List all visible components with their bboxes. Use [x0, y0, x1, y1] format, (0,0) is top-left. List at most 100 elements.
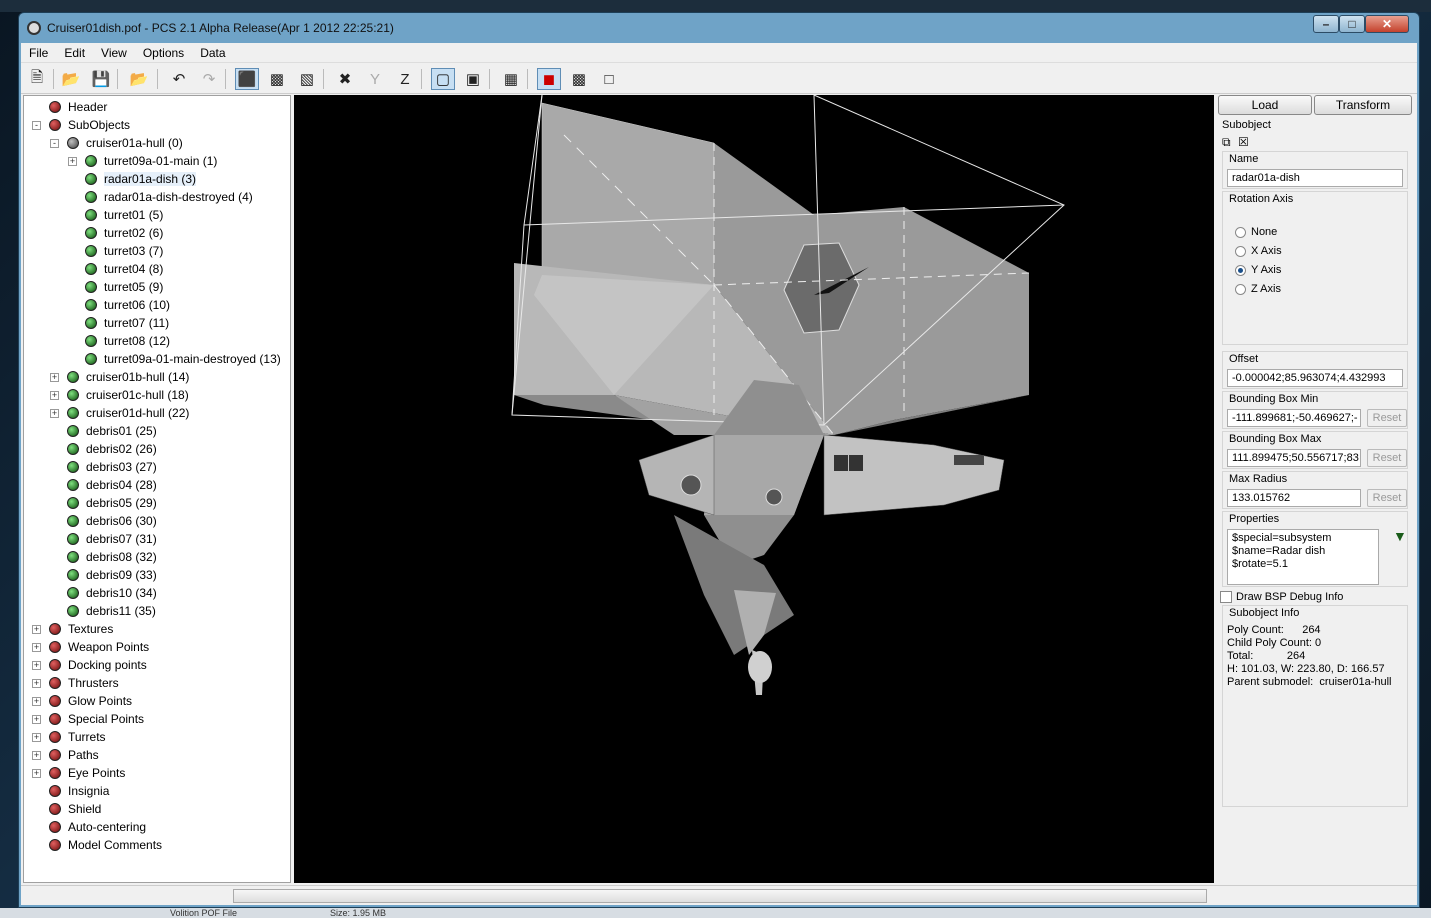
tree-item[interactable]: turret01 (5)	[68, 206, 163, 224]
tree-item-label[interactable]: cruiser01a-hull (0)	[86, 136, 183, 150]
maximize-button[interactable]: □	[1339, 15, 1365, 33]
radio-button-selected[interactable]	[1235, 264, 1246, 276]
textured-view-icon[interactable]: ▧	[295, 68, 319, 90]
tree-item-label[interactable]: Auto-centering	[68, 820, 146, 834]
grid-icon[interactable]: ▦	[499, 68, 523, 90]
tree-item-label[interactable]: debris03 (27)	[86, 460, 157, 474]
open-folder-icon[interactable]: 📂	[59, 68, 83, 90]
bbmin-reset-button[interactable]: Reset	[1367, 409, 1407, 427]
transform-button[interactable]: Transform	[1314, 95, 1412, 115]
tree-item[interactable]: + Docking points	[32, 656, 147, 674]
open-alt-icon[interactable]: 📂	[127, 68, 151, 90]
solid-view-icon[interactable]: ⬛	[235, 68, 259, 90]
tree-item[interactable]: turret04 (8)	[68, 260, 163, 278]
menu-edit[interactable]: Edit	[56, 46, 93, 60]
model-tree[interactable]: Header - SubObjects - cruiser01a-hull (0) + tu…	[23, 95, 291, 883]
menu-file[interactable]: File	[21, 46, 56, 60]
new-file-icon[interactable]: 🗎	[25, 68, 49, 90]
menu-options[interactable]: Options	[135, 46, 192, 60]
expand-icon[interactable]: +	[32, 750, 41, 760]
tree-item[interactable]: + Weapon Points	[32, 638, 149, 656]
properties-dropdown-icon[interactable]: ▼	[1393, 528, 1407, 544]
tree-item[interactable]: turret02 (6)	[68, 224, 163, 242]
radio-none[interactable]: None	[1235, 226, 1277, 238]
tree-item[interactable]: Shield	[32, 800, 101, 818]
tree-item[interactable]: + Paths	[32, 746, 99, 764]
tree-item-label[interactable]: cruiser01c-hull (18)	[86, 388, 189, 402]
tree-item[interactable]: - SubObjects	[32, 116, 130, 134]
tree-item[interactable]: radar01a-dish (3)	[68, 170, 197, 188]
redo-icon[interactable]: ↷	[197, 68, 221, 90]
tree-item-label[interactable]: Shield	[68, 802, 101, 816]
tree-item-label[interactable]: debris10 (34)	[86, 586, 157, 600]
tree-item-label[interactable]: Eye Points	[68, 766, 125, 780]
tree-item-label[interactable]: turret08 (12)	[104, 334, 170, 348]
tree-item-label[interactable]: debris07 (31)	[86, 532, 157, 546]
expand-icon[interactable]: +	[50, 408, 59, 418]
tree-item-label[interactable]: turret05 (9)	[104, 280, 163, 294]
tree-item[interactable]: + Thrusters	[32, 674, 119, 692]
tree-item[interactable]: + Turrets	[32, 728, 106, 746]
load-button[interactable]: Load	[1218, 95, 1312, 115]
tree-item-label[interactable]: Insignia	[68, 784, 109, 798]
tree-item-label[interactable]: cruiser01d-hull (22)	[86, 406, 189, 420]
color-cube-icon[interactable]: ◼	[537, 68, 561, 90]
tree-item-label[interactable]: Thrusters	[68, 676, 119, 690]
offset-field[interactable]: -0.000042;85.963074;4.432993	[1227, 369, 1403, 387]
tree-item-label[interactable]: turret06 (10)	[104, 298, 170, 312]
horizontal-scrollbar[interactable]	[233, 889, 1207, 903]
axis-z-icon[interactable]: Z	[393, 68, 417, 90]
radio-y-axis[interactable]: Y Axis	[1235, 264, 1281, 276]
radio-button[interactable]	[1235, 245, 1246, 257]
expand-icon[interactable]: +	[32, 732, 41, 742]
box-icon[interactable]: ▩	[567, 68, 591, 90]
tree-item[interactable]: + Eye Points	[32, 764, 125, 782]
tree-item[interactable]: debris02 (26)	[50, 440, 157, 458]
bsp-debug-checkbox-row[interactable]: Draw BSP Debug Info	[1220, 591, 1343, 603]
tree-item[interactable]: debris11 (35)	[50, 602, 156, 620]
menu-data[interactable]: Data	[192, 46, 233, 60]
tree-item-label[interactable]: debris01 (25)	[86, 424, 157, 438]
tree-item[interactable]: + cruiser01b-hull (14)	[50, 368, 189, 386]
expand-icon[interactable]: +	[32, 714, 41, 724]
tree-item-label[interactable]: debris04 (28)	[86, 478, 157, 492]
bbmin-field[interactable]: -111.899681;-50.469627;-	[1227, 409, 1361, 427]
minimize-button[interactable]: –	[1313, 15, 1339, 33]
tree-item-label[interactable]: Glow Points	[68, 694, 132, 708]
tree-item-label[interactable]: turret02 (6)	[104, 226, 163, 240]
max-radius-field[interactable]: 133.015762	[1227, 489, 1361, 507]
tree-item-label[interactable]: Paths	[68, 748, 99, 762]
radio-button[interactable]	[1235, 283, 1246, 295]
tree-item-label[interactable]: cruiser01b-hull (14)	[86, 370, 189, 384]
tree-item-label[interactable]: Model Comments	[68, 838, 162, 852]
bbmax-field[interactable]: 111.899475;50.556717;83	[1227, 449, 1361, 467]
tree-item-label[interactable]: turret07 (11)	[104, 316, 169, 330]
tree-item-label[interactable]: Special Points	[68, 712, 144, 726]
tree-item-label[interactable]: Turrets	[68, 730, 106, 744]
expand-icon[interactable]: +	[32, 642, 41, 652]
collapse-icon[interactable]: -	[32, 120, 41, 130]
tree-item[interactable]: + Textures	[32, 620, 113, 638]
expand-icon[interactable]: +	[68, 156, 77, 166]
tree-item-label[interactable]: turret09a-01-main (1)	[104, 154, 217, 168]
tree-item-label[interactable]: Weapon Points	[68, 640, 149, 654]
tree-item-label[interactable]: debris08 (32)	[86, 550, 157, 564]
tree-item[interactable]: + Glow Points	[32, 692, 132, 710]
tree-item[interactable]: debris04 (28)	[50, 476, 157, 494]
tree-item[interactable]: turret08 (12)	[68, 332, 170, 350]
radio-x-axis[interactable]: X Axis	[1235, 245, 1282, 257]
expand-icon[interactable]: +	[32, 660, 41, 670]
tree-item-label[interactable]: debris06 (30)	[86, 514, 157, 528]
tree-item[interactable]: radar01a-dish-destroyed (4)	[68, 188, 253, 206]
tree-item-label[interactable]: debris05 (29)	[86, 496, 157, 510]
tree-item[interactable]: + cruiser01d-hull (22)	[50, 404, 189, 422]
title-bar[interactable]: Cruiser01dish.pof - PCS 2.1 Alpha Releas…	[19, 13, 1419, 43]
expand-icon[interactable]: +	[32, 768, 41, 778]
radio-z-axis[interactable]: Z Axis	[1235, 283, 1281, 295]
axis-y-icon[interactable]: Y	[363, 68, 387, 90]
tree-item[interactable]: debris08 (32)	[50, 548, 157, 566]
tree-item[interactable]: Auto-centering	[32, 818, 146, 836]
wire-box-icon[interactable]: □	[597, 68, 621, 90]
tree-item[interactable]: Insignia	[32, 782, 109, 800]
tree-item[interactable]: turret05 (9)	[68, 278, 163, 296]
